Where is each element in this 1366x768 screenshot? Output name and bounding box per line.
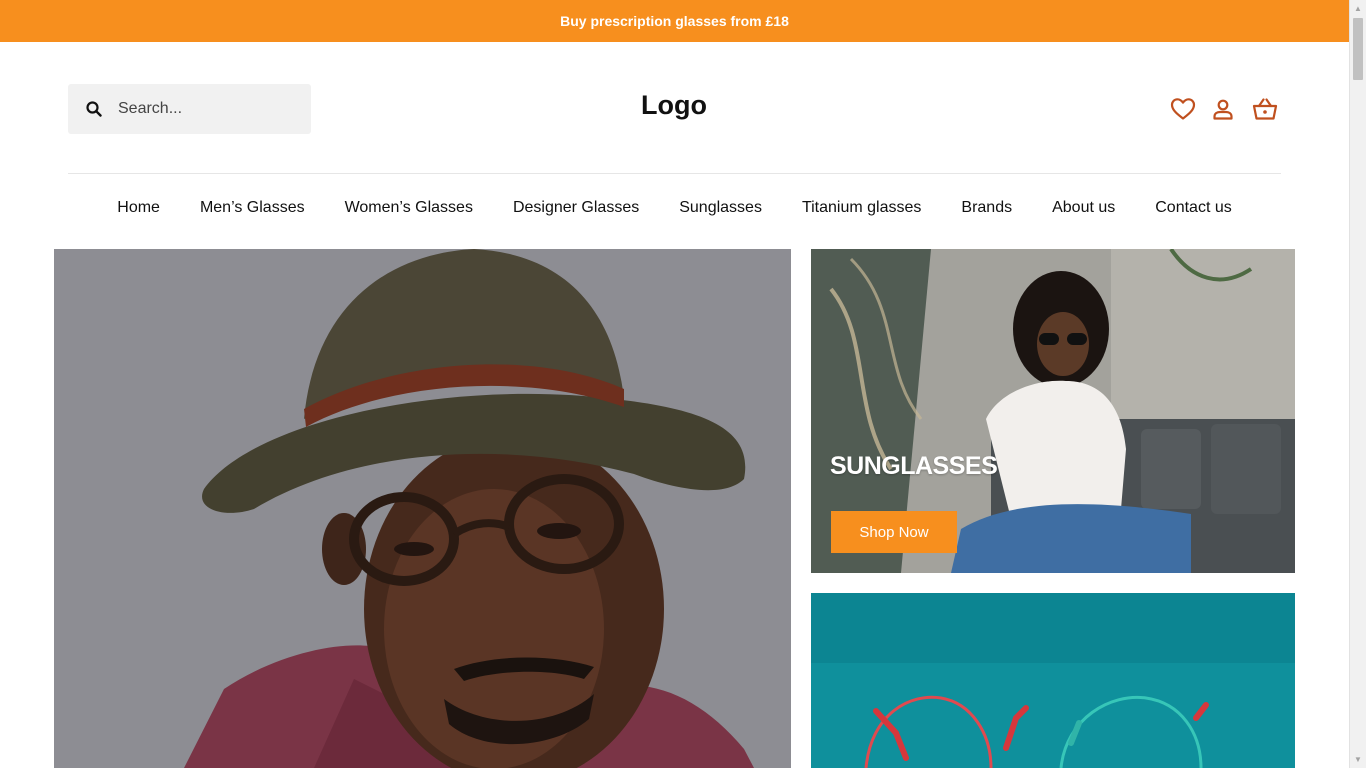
glasses-promo-tile[interactable] xyxy=(811,593,1295,768)
promo-title: SUNGLASSES xyxy=(830,452,998,480)
hero-banner-image[interactable] xyxy=(54,249,791,768)
main-nav: Home Men’s Glasses Women’s Glasses Desig… xyxy=(0,199,1349,217)
scroll-down-arrow-icon[interactable]: ▼ xyxy=(1350,751,1366,768)
scroll-up-arrow-icon[interactable]: ▲ xyxy=(1350,0,1366,17)
nav-item-home[interactable]: Home xyxy=(117,199,160,217)
basket-icon[interactable] xyxy=(1252,96,1278,122)
nav-item-mens-glasses[interactable]: Men’s Glasses xyxy=(200,199,305,217)
search-icon[interactable] xyxy=(86,101,102,117)
nav-item-womens-glasses[interactable]: Women’s Glasses xyxy=(345,199,473,217)
header-divider xyxy=(68,173,1281,174)
announcement-text: Buy prescription glasses from £18 xyxy=(560,13,789,29)
announcement-bar: Buy prescription glasses from £18 xyxy=(0,0,1349,42)
shop-now-button[interactable]: Shop Now xyxy=(831,511,957,553)
search-box[interactable] xyxy=(68,84,311,134)
nav-item-titanium-glasses[interactable]: Titanium glasses xyxy=(802,199,921,217)
nav-item-sunglasses[interactable]: Sunglasses xyxy=(679,199,762,217)
nav-item-brands[interactable]: Brands xyxy=(961,199,1012,217)
user-icon[interactable] xyxy=(1210,96,1236,122)
nav-item-designer-glasses[interactable]: Designer Glasses xyxy=(513,199,639,217)
scroll-thumb[interactable] xyxy=(1353,18,1363,80)
page-scrollbar[interactable]: ▲ ▼ xyxy=(1349,0,1366,768)
search-input[interactable] xyxy=(118,100,298,118)
header-icons xyxy=(1170,96,1278,122)
sunglasses-promo-tile[interactable]: SUNGLASSES Shop Now xyxy=(811,249,1295,573)
site-logo[interactable]: Logo xyxy=(574,90,774,121)
nav-item-about-us[interactable]: About us xyxy=(1052,199,1115,217)
nav-item-contact-us[interactable]: Contact us xyxy=(1155,199,1231,217)
heart-icon[interactable] xyxy=(1170,96,1196,122)
